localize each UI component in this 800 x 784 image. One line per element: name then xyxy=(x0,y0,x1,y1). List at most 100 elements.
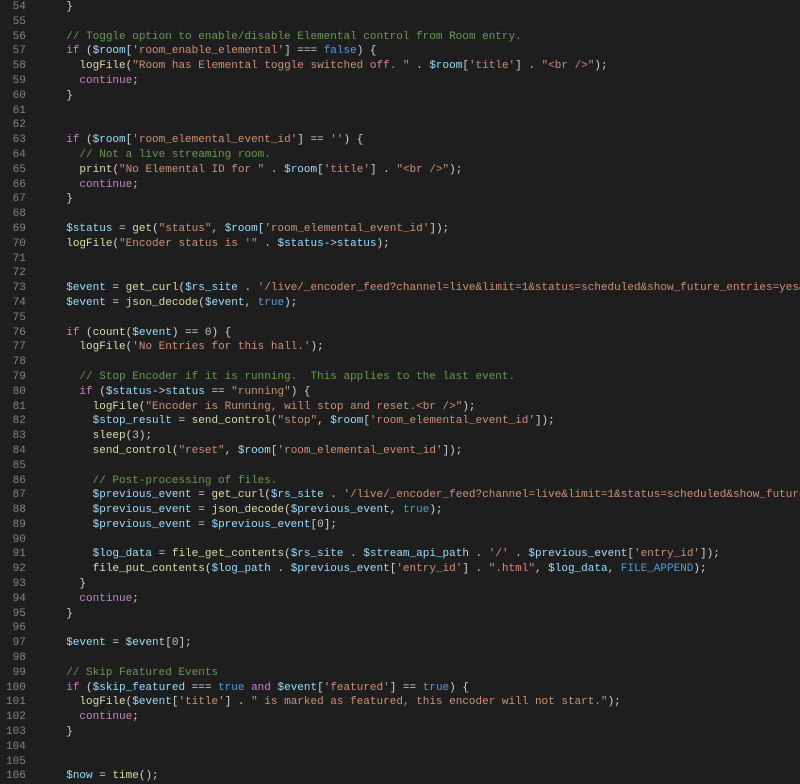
line-number: 102 xyxy=(6,710,26,725)
line-number: 106 xyxy=(6,769,26,784)
code-line[interactable]: } xyxy=(40,89,800,104)
code-line[interactable]: if ($room['room_enable_elemental'] === f… xyxy=(40,44,800,59)
code-line[interactable]: if ($status->status == "running") { xyxy=(40,385,800,400)
line-number: 64 xyxy=(6,148,26,163)
line-number: 78 xyxy=(6,355,26,370)
code-line[interactable]: // Stop Encoder if it is running. This a… xyxy=(40,370,800,385)
line-number: 62 xyxy=(6,118,26,133)
code-line[interactable]: logFile("Encoder is Running, will stop a… xyxy=(40,400,800,415)
code-line[interactable]: $now = time(); xyxy=(40,769,800,784)
code-line[interactable] xyxy=(40,15,800,30)
code-line[interactable]: $event = $event[0]; xyxy=(40,636,800,651)
code-line[interactable] xyxy=(40,355,800,370)
line-number: 82 xyxy=(6,414,26,429)
code-line[interactable]: logFile("Room has Elemental toggle switc… xyxy=(40,59,800,74)
code-line[interactable] xyxy=(40,621,800,636)
line-number: 101 xyxy=(6,695,26,710)
line-number: 92 xyxy=(6,562,26,577)
line-number: 83 xyxy=(6,429,26,444)
line-number: 66 xyxy=(6,178,26,193)
code-line[interactable]: if (count($event) == 0) { xyxy=(40,326,800,341)
line-number: 91 xyxy=(6,547,26,562)
line-number: 105 xyxy=(6,755,26,770)
code-line[interactable]: // Not a live streaming room. xyxy=(40,148,800,163)
code-line[interactable]: if ($skip_featured === true and $event['… xyxy=(40,681,800,696)
code-line[interactable]: $stop_result = send_control("stop", $roo… xyxy=(40,414,800,429)
line-number-gutter: 5455565758596061626364656667686970717273… xyxy=(0,0,40,784)
code-line[interactable] xyxy=(40,311,800,326)
line-number: 86 xyxy=(6,474,26,489)
code-line[interactable]: logFile("Encoder status is '" . $status-… xyxy=(40,237,800,252)
code-line[interactable]: $event = get_curl($rs_site . '/live/_enc… xyxy=(40,281,800,296)
line-number: 56 xyxy=(6,30,26,45)
code-line[interactable]: } xyxy=(40,0,800,15)
line-number: 100 xyxy=(6,681,26,696)
line-number: 67 xyxy=(6,192,26,207)
line-number: 98 xyxy=(6,651,26,666)
code-line[interactable]: if ($room['room_elemental_event_id'] == … xyxy=(40,133,800,148)
code-line[interactable]: // Skip Featured Events xyxy=(40,666,800,681)
line-number: 103 xyxy=(6,725,26,740)
line-number: 58 xyxy=(6,59,26,74)
line-number: 99 xyxy=(6,666,26,681)
code-line[interactable]: $previous_event = json_decode($previous_… xyxy=(40,503,800,518)
line-number: 57 xyxy=(6,44,26,59)
code-line[interactable]: continue; xyxy=(40,592,800,607)
code-line[interactable] xyxy=(40,459,800,474)
line-number: 104 xyxy=(6,740,26,755)
code-line[interactable]: } xyxy=(40,192,800,207)
code-line[interactable]: logFile($event['title'] . " is marked as… xyxy=(40,695,800,710)
line-number: 77 xyxy=(6,340,26,355)
code-line[interactable]: continue; xyxy=(40,74,800,89)
line-number: 97 xyxy=(6,636,26,651)
line-number: 68 xyxy=(6,207,26,222)
code-line[interactable]: $status = get("status", $room['room_elem… xyxy=(40,222,800,237)
code-line[interactable] xyxy=(40,252,800,267)
code-line[interactable]: continue; xyxy=(40,178,800,193)
line-number: 84 xyxy=(6,444,26,459)
code-editor[interactable]: 5455565758596061626364656667686970717273… xyxy=(0,0,800,784)
line-number: 63 xyxy=(6,133,26,148)
code-line[interactable]: $event = json_decode($event, true); xyxy=(40,296,800,311)
code-line[interactable]: file_put_contents($log_path . $previous_… xyxy=(40,562,800,577)
code-line[interactable]: // Toggle option to enable/disable Eleme… xyxy=(40,30,800,45)
line-number: 74 xyxy=(6,296,26,311)
code-line[interactable] xyxy=(40,118,800,133)
line-number: 65 xyxy=(6,163,26,178)
line-number: 93 xyxy=(6,577,26,592)
code-line[interactable] xyxy=(40,651,800,666)
line-number: 70 xyxy=(6,237,26,252)
line-number: 90 xyxy=(6,533,26,548)
line-number: 60 xyxy=(6,89,26,104)
code-line[interactable]: } xyxy=(40,725,800,740)
code-line[interactable]: } xyxy=(40,607,800,622)
line-number: 85 xyxy=(6,459,26,474)
line-number: 72 xyxy=(6,266,26,281)
code-line[interactable]: logFile('No Entries for this hall.'); xyxy=(40,340,800,355)
line-number: 54 xyxy=(6,0,26,15)
code-line[interactable]: // Post-processing of files. xyxy=(40,474,800,489)
line-number: 87 xyxy=(6,488,26,503)
code-line[interactable] xyxy=(40,207,800,222)
line-number: 69 xyxy=(6,222,26,237)
code-line[interactable] xyxy=(40,266,800,281)
code-line[interactable]: $log_data = file_get_contents($rs_site .… xyxy=(40,547,800,562)
code-line[interactable] xyxy=(40,104,800,119)
code-line[interactable] xyxy=(40,740,800,755)
code-content[interactable]: } // Toggle option to enable/disable Ele… xyxy=(40,0,800,784)
code-line[interactable] xyxy=(40,533,800,548)
code-line[interactable]: send_control("reset", $room['room_elemen… xyxy=(40,444,800,459)
code-line[interactable]: $previous_event = get_curl($rs_site . '/… xyxy=(40,488,800,503)
line-number: 76 xyxy=(6,326,26,341)
line-number: 88 xyxy=(6,503,26,518)
line-number: 55 xyxy=(6,15,26,30)
line-number: 81 xyxy=(6,400,26,415)
line-number: 94 xyxy=(6,592,26,607)
code-line[interactable]: print("No Elemental ID for " . $room['ti… xyxy=(40,163,800,178)
code-line[interactable]: $previous_event = $previous_event[0]; xyxy=(40,518,800,533)
code-line[interactable] xyxy=(40,755,800,770)
code-line[interactable]: sleep(3); xyxy=(40,429,800,444)
code-line[interactable]: } xyxy=(40,577,800,592)
line-number: 75 xyxy=(6,311,26,326)
code-line[interactable]: continue; xyxy=(40,710,800,725)
